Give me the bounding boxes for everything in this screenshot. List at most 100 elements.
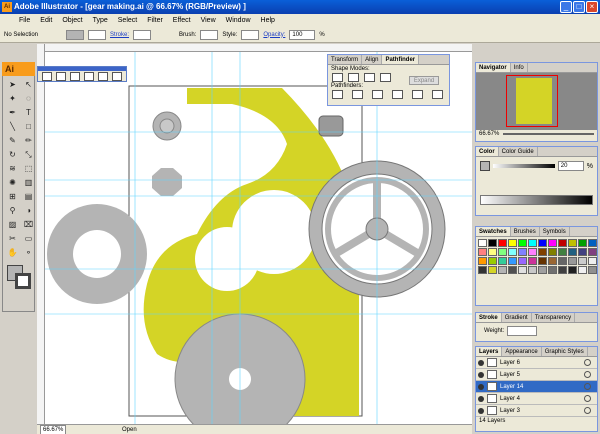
- scale-tool-icon[interactable]: ⤡: [22, 149, 35, 160]
- swatch[interactable]: [558, 239, 567, 247]
- target-circle-icon[interactable]: [584, 371, 591, 378]
- fill-swatch[interactable]: [66, 29, 84, 40]
- swatch[interactable]: [518, 239, 527, 247]
- swatch[interactable]: [558, 248, 567, 256]
- swatch[interactable]: [568, 266, 577, 274]
- visibility-eye-icon[interactable]: [478, 395, 484, 402]
- style-dropdown[interactable]: [241, 29, 260, 40]
- layer-row[interactable]: Layer 6: [476, 357, 597, 369]
- menu-select[interactable]: Select: [113, 14, 142, 27]
- polygon-tool-icon[interactable]: [84, 72, 94, 81]
- tab-info[interactable]: Info: [511, 63, 528, 72]
- stroke-color-box[interactable]: [15, 273, 31, 289]
- opacity-input[interactable]: 100: [289, 29, 316, 40]
- divide-icon[interactable]: [332, 90, 343, 99]
- crop-icon[interactable]: [392, 90, 403, 99]
- menu-filter[interactable]: Filter: [142, 14, 168, 27]
- selection-tool-icon[interactable]: ➤: [6, 79, 19, 90]
- color-spectrum[interactable]: [480, 195, 593, 205]
- direct-selection-tool-icon[interactable]: ↖: [22, 79, 35, 90]
- swatch[interactable]: [488, 257, 497, 265]
- visibility-eye-icon[interactable]: [478, 359, 484, 366]
- swatch[interactable]: [548, 239, 557, 247]
- swatch[interactable]: [588, 266, 597, 274]
- menu-object[interactable]: Object: [57, 14, 87, 27]
- weight-input[interactable]: [507, 326, 538, 336]
- free-transform-tool-icon[interactable]: ⬚: [22, 163, 35, 174]
- pen-tool-icon[interactable]: ✒: [6, 107, 19, 118]
- minimize-button[interactable]: _: [560, 1, 572, 13]
- swatch[interactable]: [578, 239, 587, 247]
- swatch[interactable]: [578, 266, 587, 274]
- swatch[interactable]: [488, 248, 497, 256]
- menu-help[interactable]: Help: [256, 14, 280, 27]
- target-circle-icon[interactable]: [584, 359, 591, 366]
- menu-type[interactable]: Type: [88, 14, 113, 27]
- swatch[interactable]: [538, 248, 547, 256]
- tab-pathfinder[interactable]: Pathfinder: [382, 55, 420, 64]
- menu-view[interactable]: View: [196, 14, 221, 27]
- swatch[interactable]: [548, 266, 557, 274]
- minus-front-icon[interactable]: [348, 73, 359, 82]
- swatch[interactable]: [488, 266, 497, 274]
- hand-tool-icon[interactable]: ✋: [6, 247, 19, 258]
- status-text[interactable]: Open: [122, 427, 137, 433]
- exclude-icon[interactable]: [380, 73, 391, 82]
- tab-transform[interactable]: Transform: [328, 55, 363, 64]
- swatch[interactable]: [568, 248, 577, 256]
- swatch[interactable]: [498, 266, 507, 274]
- swatch[interactable]: [578, 248, 587, 256]
- tab-appearance[interactable]: Appearance: [502, 347, 542, 356]
- tab-symbols[interactable]: Symbols: [540, 227, 570, 236]
- menu-edit[interactable]: Edit: [35, 14, 57, 27]
- swatch[interactable]: [578, 257, 587, 265]
- tab-align[interactable]: Align: [362, 55, 383, 64]
- warp-tool-icon[interactable]: ≋: [6, 163, 19, 174]
- unite-icon[interactable]: [332, 73, 343, 82]
- swatch[interactable]: [498, 239, 507, 247]
- symbol-sprayer-tool-icon[interactable]: ✺: [6, 177, 19, 188]
- swatch[interactable]: [558, 257, 567, 265]
- blend-tool-icon[interactable]: ◑: [22, 205, 35, 216]
- swatch[interactable]: [528, 239, 537, 247]
- swatch[interactable]: [478, 266, 487, 274]
- visibility-eye-icon[interactable]: [478, 371, 484, 378]
- tab-swatches[interactable]: Swatches: [476, 227, 511, 236]
- color-fill-proxy[interactable]: [480, 161, 490, 171]
- swatch[interactable]: [588, 248, 597, 256]
- navigator-zoom[interactable]: 66.67%: [479, 131, 499, 137]
- swatch[interactable]: [508, 257, 517, 265]
- flare-tool-icon[interactable]: [112, 72, 122, 81]
- merge-icon[interactable]: [372, 90, 383, 99]
- close-button[interactable]: ×: [586, 1, 598, 13]
- tab-color-guide[interactable]: Color Guide: [499, 147, 538, 156]
- stroke-weight-field[interactable]: [133, 29, 152, 40]
- navigator-preview[interactable]: [476, 73, 597, 130]
- color-slider[interactable]: [493, 164, 555, 168]
- pencil-tool-icon[interactable]: ✏: [22, 135, 35, 146]
- scissors-tool-icon[interactable]: ✂: [6, 233, 19, 244]
- outline-icon[interactable]: [412, 90, 423, 99]
- zoom-slider[interactable]: [503, 133, 594, 135]
- brush-dropdown[interactable]: [200, 29, 219, 40]
- swatch[interactable]: [498, 248, 507, 256]
- layer-row[interactable]: Layer 3: [476, 405, 597, 417]
- swatch[interactable]: [548, 248, 557, 256]
- type-tool-icon[interactable]: T: [22, 107, 35, 118]
- graph-tool-icon[interactable]: ▥: [22, 177, 35, 188]
- zoom-tool-icon[interactable]: ⚬: [22, 247, 35, 258]
- tab-graphic-styles[interactable]: Graphic Styles: [542, 347, 588, 356]
- swatch[interactable]: [478, 239, 487, 247]
- target-circle-icon[interactable]: [584, 395, 591, 402]
- rectangle-tool-icon[interactable]: [42, 72, 52, 81]
- stroke-swatch[interactable]: [88, 29, 106, 40]
- menu-effect[interactable]: Effect: [168, 14, 196, 27]
- expand-button[interactable]: Expand: [409, 76, 439, 85]
- swatch[interactable]: [558, 266, 567, 274]
- target-circle-icon[interactable]: [584, 407, 591, 414]
- intersect-icon[interactable]: [364, 73, 375, 82]
- line-tool-icon[interactable]: ╲: [6, 121, 19, 132]
- status-zoom[interactable]: 66.67%: [40, 424, 66, 434]
- mesh-tool-icon[interactable]: ⊞: [6, 191, 19, 202]
- swatch[interactable]: [538, 266, 547, 274]
